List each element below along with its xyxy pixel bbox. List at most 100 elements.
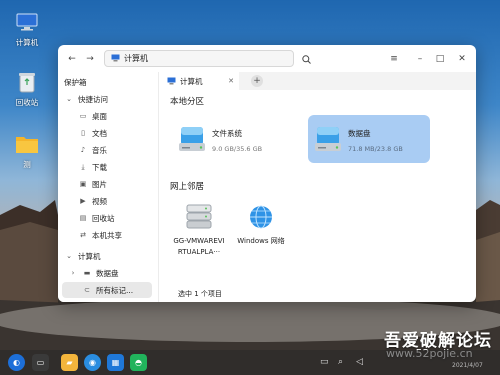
search-icon[interactable]: ⌕ <box>338 357 343 367</box>
network-item-vmware-share[interactable]: GG-VMWAREVI RTUALPLA··· <box>166 202 232 258</box>
network-item-label: Windows 网络 <box>237 236 284 247</box>
section-network-neighborhood: 网上邻居 <box>170 182 205 192</box>
close-icon[interactable]: ✕ <box>228 77 234 85</box>
network-item-label-line2: RTUALPLA··· <box>177 248 221 256</box>
forward-button[interactable]: → <box>82 51 98 67</box>
chevron-right-icon: › <box>71 269 75 277</box>
sidebar-item-label: 数据盘 <box>96 268 119 278</box>
store-icon: ▦ <box>111 358 120 367</box>
sidebar-item-label: 本机共享 <box>92 230 122 240</box>
sidebar-item-label: 音乐 <box>92 145 107 155</box>
sidebar-item-videos[interactable]: ▶ 视频 <box>78 193 170 209</box>
arrow-left-icon: ← <box>68 54 76 64</box>
sidebar-item-downloads[interactable]: ⤓ 下载 <box>78 159 170 175</box>
desktop-icon-label: 测 <box>23 160 31 169</box>
sidebar-item-label: 视频 <box>92 196 107 206</box>
desktop-icon-folder[interactable]: 测 <box>5 132 49 170</box>
share-icon: ⇄ <box>80 231 86 239</box>
minimize-button[interactable]: – <box>412 51 428 67</box>
sidebar-item-data-disk[interactable]: › ▬ 数据盘 <box>68 265 160 281</box>
chevron-down-icon: ⌄ <box>66 95 72 103</box>
computer-icon <box>111 54 120 64</box>
download-icon: ⤓ <box>81 162 85 171</box>
desktop-icon-label: 计算机 <box>15 38 39 47</box>
drive-data-disk[interactable]: 数据盘 71.8 MB/23.8 GB <box>308 115 430 163</box>
multitask-icon: ▭ <box>36 358 45 367</box>
network-item-windows-network[interactable]: Windows 网络 <box>228 202 294 247</box>
drive-name: 文件系统 <box>212 129 242 138</box>
trash-icon: ▤ <box>79 214 87 222</box>
drive-name: 数据盘 <box>348 129 371 138</box>
sidebar-item-desktop[interactable]: ▭ 桌面 <box>78 108 170 124</box>
close-button[interactable]: ✕ <box>454 51 470 67</box>
search-button[interactable] <box>298 51 314 67</box>
sidebar-item-label: 下载 <box>92 162 107 172</box>
notification-icon[interactable]: ▭ <box>320 357 329 367</box>
hard-drive-icon <box>179 127 205 151</box>
network-item-label: GG-VMWAREVI RTUALPLA··· <box>173 236 224 258</box>
desktop-icon-computer[interactable]: 计算机 <box>5 10 49 48</box>
music-icon: ♪ <box>80 146 86 154</box>
sidebar: 保护箱 ⌄ 快捷访问 ▭ 桌面 ▯ 文档 ♪ 音乐 ⤓ 下载 ▣ 图片 ▶ 视频 <box>58 72 158 302</box>
plus-icon: + <box>253 76 261 86</box>
sidebar-item-vault[interactable]: 保护箱 <box>64 74 156 90</box>
tab-computer[interactable]: 计算机 ✕ <box>159 72 239 90</box>
arrow-right-icon: → <box>86 54 94 64</box>
sidebar-item-music[interactable]: ♪ 音乐 <box>78 142 170 158</box>
sidebar-item-all-tags[interactable]: ⊂ 所有标记... <box>62 282 152 298</box>
browser-taskbar-button[interactable]: ◉ <box>84 354 101 371</box>
file-manager-taskbar-button[interactable]: ▰ <box>61 354 78 371</box>
folder-icon <box>14 132 40 156</box>
section-local-partitions: 本地分区 <box>170 97 205 107</box>
launcher-button[interactable]: ◐ <box>8 354 25 371</box>
sidebar-item-documents[interactable]: ▯ 文档 <box>78 125 170 141</box>
app-store-taskbar-button[interactable]: ▦ <box>107 354 124 371</box>
computer-icon <box>167 77 176 85</box>
search-icon <box>301 54 311 64</box>
minimize-icon: – <box>417 54 423 64</box>
sidebar-item-label: 回收站 <box>92 213 115 223</box>
file-manager-window: ← → 计算机 ≡ – □ ✕ 保护箱 ⌄ 快捷访问 ▭ 桌面 ▯ 文档 ♪ 音… <box>58 45 476 302</box>
menu-icon: ≡ <box>390 54 398 64</box>
drive-file-system[interactable]: 文件系统 9.0 GB/35.6 GB <box>172 115 294 163</box>
sidebar-item-label: 快捷访问 <box>78 94 108 104</box>
sidebar-item-label: 所有标记... <box>96 285 134 295</box>
server-icon <box>186 204 212 229</box>
browser-icon: ◉ <box>89 358 96 367</box>
disk-icon: ▬ <box>83 269 91 277</box>
taskbar: ◐ ▭ ▰ ◉ ▦ ◓ ▭ ⌕ ◁ <box>0 350 500 375</box>
sidebar-item-trash[interactable]: ▤ 回收站 <box>78 210 170 226</box>
sidebar-item-pictures[interactable]: ▣ 图片 <box>78 176 170 192</box>
view-options-button[interactable]: ≡ <box>386 51 402 67</box>
status-bar: 选中 1 个项目 <box>178 290 222 298</box>
document-icon: ▯ <box>81 129 85 137</box>
computer-icon <box>14 10 40 34</box>
globe-icon <box>250 205 272 229</box>
image-icon: ▣ <box>79 180 87 188</box>
video-icon: ▶ <box>80 197 86 205</box>
tab-label: 计算机 <box>180 76 203 86</box>
network-item-label-line1: Windows 网络 <box>237 237 285 245</box>
desktop-icon-label: 回收站 <box>15 98 39 107</box>
desktop-icon-trash[interactable]: 回收站 <box>5 70 49 108</box>
path-bar[interactable]: 计算机 <box>104 50 294 67</box>
drive-size: 71.8 MB/23.8 GB <box>348 145 403 153</box>
hard-drive-icon <box>315 127 341 151</box>
network-item-label-line1: GG-VMWAREVI <box>173 237 225 245</box>
sidebar-group-quick-access[interactable]: ⌄ 快捷访问 <box>64 91 156 107</box>
desktop-icon: ▭ <box>79 112 87 120</box>
close-icon: ✕ <box>458 54 466 64</box>
maximize-button[interactable]: □ <box>432 51 448 67</box>
sidebar-divider <box>158 72 159 302</box>
sidebar-item-label: 保护箱 <box>64 77 87 87</box>
new-tab-button[interactable]: + <box>251 75 263 87</box>
multitask-button[interactable]: ▭ <box>32 354 49 371</box>
sidebar-item-label: 文档 <box>92 128 107 138</box>
trash-icon <box>14 70 40 94</box>
chevron-down-icon: ⌄ <box>66 252 72 260</box>
volume-icon[interactable]: ◁ <box>356 357 363 367</box>
chat-taskbar-button[interactable]: ◓ <box>130 354 147 371</box>
sidebar-item-shares[interactable]: ⇄ 本机共享 <box>78 227 170 243</box>
sidebar-group-computer[interactable]: ⌄ 计算机 <box>64 248 156 264</box>
back-button[interactable]: ← <box>64 51 80 67</box>
